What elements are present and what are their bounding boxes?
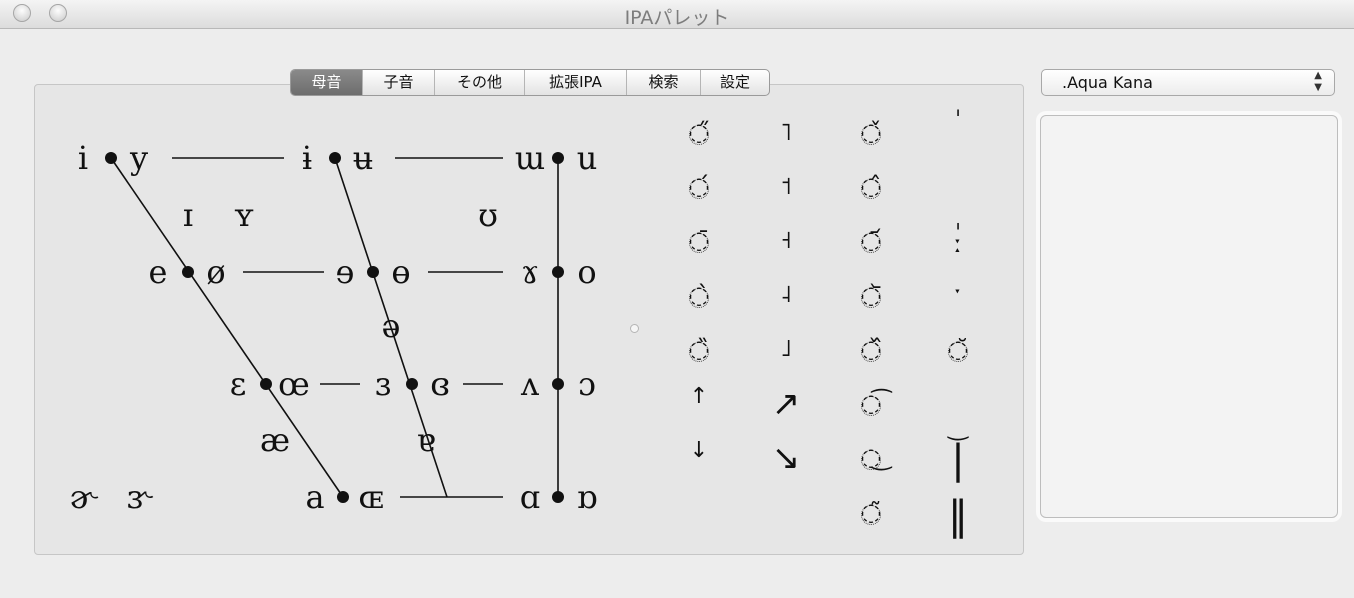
vowel-close-mid-central-unrounded[interactable]: ɘ	[336, 256, 355, 288]
vowel-near-close-front-unrounded[interactable]: ɪ	[183, 199, 193, 231]
window-title: IPAパレット	[624, 7, 730, 29]
secondary-stress-mark[interactable]: ˌ	[955, 206, 962, 230]
vowel-rhotic-open-mid-central[interactable]: ɝ	[127, 481, 152, 513]
vowel-close-mid-central-rounded[interactable]: ɵ	[391, 256, 410, 288]
diacritic-nasalized[interactable]: ◌̃	[861, 500, 882, 524]
vowel-open-mid-back-rounded[interactable]: ɔ	[578, 368, 596, 400]
tab-settings[interactable]: 設定	[701, 70, 769, 95]
vowel-close-front-rounded[interactable]: y	[130, 142, 148, 174]
global-rise-arrow-icon[interactable]: ↗	[772, 387, 801, 421]
diacritic-extra-high-tone[interactable]: ◌̋	[689, 120, 710, 144]
linking-mark[interactable]: ‿	[948, 415, 967, 439]
vowel-close-mid-back-unrounded[interactable]: ɤ	[521, 256, 539, 288]
diacritic-low-rising[interactable]: ◌᷅	[861, 283, 882, 307]
vowel-near-close-back-rounded[interactable]: ʊ	[478, 199, 498, 231]
tab-vowels[interactable]: 母音	[291, 70, 363, 95]
vowel-open-mid-front-rounded[interactable]: œ	[278, 368, 310, 400]
vowel-close-mid-front-rounded[interactable]: ø	[206, 256, 225, 288]
vowel-close-back-unrounded[interactable]: ɯ	[515, 142, 545, 174]
tab-bar: 母音 子音 その他 拡張IPA 検索 設定	[290, 69, 770, 96]
vowel-close-front-unrounded[interactable]: i	[78, 142, 88, 174]
vowel-open-front-rounded[interactable]: ɶ	[358, 481, 383, 513]
split-view-handle[interactable]	[630, 324, 639, 333]
tab-consonants[interactable]: 子音	[363, 70, 435, 95]
font-select-value: .Aqua Kana	[1062, 73, 1153, 92]
tab-search[interactable]: 検索	[627, 70, 701, 95]
vowel-near-open-front[interactable]: æ	[260, 424, 290, 456]
tone-letter-high[interactable]: ˦	[780, 174, 792, 198]
vowel-close-central-rounded[interactable]: ʉ	[353, 142, 374, 174]
tone-letter-extra-high[interactable]: ˥	[780, 120, 792, 144]
diacritic-tie-bar-below[interactable]: ◌͜	[861, 445, 882, 469]
diacritic-low-tone[interactable]: ◌̀	[689, 283, 710, 307]
vowel-close-mid-back-rounded[interactable]: o	[577, 256, 596, 288]
extra-short-mark[interactable]: ◌̆	[948, 337, 969, 361]
vowel-open-front-unrounded[interactable]: a	[305, 481, 324, 513]
vowel-open-back-rounded[interactable]: ɒ	[577, 481, 597, 513]
downstep-arrow-icon[interactable]: ↓	[690, 440, 708, 462]
tone-letter-mid[interactable]: ˧	[780, 228, 792, 252]
vowel-mid-central-schwa[interactable]: ə	[382, 310, 401, 342]
diacritic-falling[interactable]: ◌̂	[861, 174, 882, 198]
vowel-open-mid-back-unrounded[interactable]: ʌ	[521, 368, 539, 400]
vowel-close-back-rounded[interactable]: u	[577, 142, 598, 174]
tab-others[interactable]: その他	[435, 70, 525, 95]
vowel-open-mid-central-unrounded[interactable]: ɜ	[375, 368, 391, 400]
diacritic-high-tone[interactable]: ◌́	[689, 174, 710, 198]
length-mark[interactable]: ː	[954, 232, 962, 256]
diacritic-tie-bar-above[interactable]: ◌͡	[861, 391, 882, 415]
minor-group-bar[interactable]: |	[951, 440, 964, 480]
diacritic-mid-tone[interactable]: ◌̄	[689, 228, 710, 252]
vowel-near-open-central[interactable]: ɐ	[416, 424, 435, 456]
vowel-open-mid-front-unrounded[interactable]: ɛ	[230, 368, 247, 400]
vowel-close-central-unrounded[interactable]: ɨ	[302, 142, 312, 174]
global-fall-arrow-icon[interactable]: ↘	[772, 441, 801, 475]
diacritic-high-rising[interactable]: ◌᷄	[861, 228, 882, 252]
vowel-near-close-front-rounded[interactable]: ʏ	[234, 199, 255, 231]
preview-text-area[interactable]	[1040, 115, 1338, 518]
diacritic-extra-low-tone[interactable]: ◌̏	[689, 337, 710, 361]
vowel-open-mid-central-rounded[interactable]: ɞ	[430, 368, 450, 400]
primary-stress-mark[interactable]: ˈ	[955, 108, 962, 132]
vowel-close-mid-front-unrounded[interactable]: e	[149, 256, 168, 288]
tone-letter-extra-low[interactable]: ˩	[780, 336, 792, 360]
tab-extended-ipa[interactable]: 拡張IPA	[525, 70, 627, 95]
vowel-rhotic-schwa[interactable]: ɚ	[70, 481, 97, 513]
title-bar: IPAパレット	[0, 0, 1354, 29]
diacritic-rising-falling[interactable]: ◌᷈	[861, 337, 882, 361]
major-group-bar[interactable]: ‖	[948, 496, 968, 536]
font-select[interactable]: .Aqua Kana ▲ ▼	[1041, 69, 1335, 96]
up-down-arrows-icon: ▲ ▼	[1314, 70, 1322, 93]
tone-letter-low[interactable]: ˨	[780, 282, 792, 306]
half-length-mark[interactable]: ˑ	[954, 282, 962, 306]
diacritic-rising[interactable]: ◌̌	[861, 120, 882, 144]
upstep-arrow-icon[interactable]: ↑	[690, 386, 708, 408]
vowel-open-back-unrounded[interactable]: ɑ	[520, 481, 540, 513]
